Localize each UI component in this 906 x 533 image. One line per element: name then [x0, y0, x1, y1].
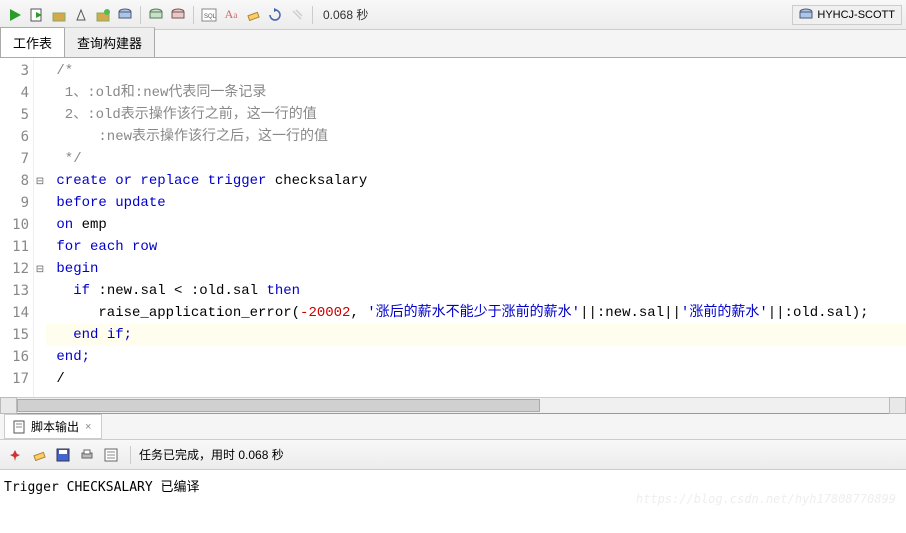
output-toolbar: 任务已完成，用时 0.068 秒	[0, 440, 906, 470]
font-icon[interactable]: Aa	[221, 5, 241, 25]
timing-label: 0.068 秒	[323, 6, 368, 23]
refresh-icon[interactable]	[265, 5, 285, 25]
fold-toggle[interactable]: ⊟	[34, 170, 46, 192]
toolbar-separator	[140, 6, 141, 24]
connection-name: HYHCJ-SCOTT	[817, 9, 895, 21]
save-icon[interactable]	[53, 445, 73, 465]
worksheet-tabbar: 工作表 查询构建器	[0, 30, 906, 58]
tab-script-output[interactable]: 脚本输出 ×	[4, 414, 102, 439]
fold-toggle	[34, 104, 46, 126]
run-icon[interactable]	[5, 5, 25, 25]
fold-toggle	[34, 280, 46, 302]
fold-toggle	[34, 368, 46, 390]
output-text: Trigger CHECKSALARY 已编译	[4, 480, 200, 495]
fold-toggle	[34, 324, 46, 346]
line-gutter: 34567891011121314151617	[0, 58, 34, 397]
sql-icon[interactable]: SQL	[199, 5, 219, 25]
fold-toggle	[34, 214, 46, 236]
editor-scrollbar[interactable]	[0, 398, 906, 414]
fold-toggle	[34, 346, 46, 368]
fold-toggle	[34, 236, 46, 258]
svg-text:SQL: SQL	[204, 14, 217, 20]
pin-icon[interactable]	[5, 445, 25, 465]
db-icon-2[interactable]	[168, 5, 188, 25]
db-icon-1[interactable]	[146, 5, 166, 25]
db-connection-icon	[799, 8, 813, 22]
autotrace-icon[interactable]	[71, 5, 91, 25]
fold-toggle	[34, 82, 46, 104]
output-status: 任务已完成，用时 0.068 秒	[139, 446, 284, 463]
commit-icon[interactable]	[93, 5, 113, 25]
fold-toggle	[34, 148, 46, 170]
fold-toggle	[34, 302, 46, 324]
fold-toggle[interactable]: ⊟	[34, 258, 46, 280]
toolbar-separator	[130, 446, 131, 464]
close-icon[interactable]: ×	[83, 421, 93, 433]
toolbar-separator	[193, 6, 194, 24]
run-script-icon[interactable]	[27, 5, 47, 25]
toolbar-separator	[312, 6, 313, 24]
disabled-icon	[287, 5, 307, 25]
output-body: Trigger CHECKSALARY 已编译 https://blog.csd…	[0, 470, 906, 510]
list-icon[interactable]	[101, 445, 121, 465]
code-editor[interactable]: 34567891011121314151617 ⊟⊟ /* 1、:old和:ne…	[0, 58, 906, 398]
output-tabbar: 脚本输出 ×	[0, 414, 906, 440]
watermark: https://blog.csdn.net/hyh17808770899	[636, 492, 896, 506]
fold-toggle	[34, 126, 46, 148]
eraser-icon[interactable]	[29, 445, 49, 465]
explain-plan-icon[interactable]	[49, 5, 69, 25]
code-area[interactable]: /* 1、:old和:new代表同一条记录 2、:old表示操作该行之前，这一行…	[46, 58, 906, 397]
tab-query-builder[interactable]: 查询构建器	[64, 27, 155, 57]
eraser-icon[interactable]	[243, 5, 263, 25]
tab-worksheet[interactable]: 工作表	[0, 27, 65, 57]
print-icon[interactable]	[77, 445, 97, 465]
fold-toggle	[34, 192, 46, 214]
connection-selector[interactable]: HYHCJ-SCOTT	[792, 5, 902, 25]
sql-history-icon[interactable]	[115, 5, 135, 25]
output-tab-label: 脚本输出	[31, 418, 79, 435]
fold-column: ⊟⊟	[34, 58, 46, 397]
script-output-icon	[13, 420, 27, 434]
fold-toggle	[34, 60, 46, 82]
main-toolbar: SQL Aa 0.068 秒 HYHCJ-SCOTT	[0, 0, 906, 30]
scrollbar-thumb[interactable]	[17, 399, 540, 412]
